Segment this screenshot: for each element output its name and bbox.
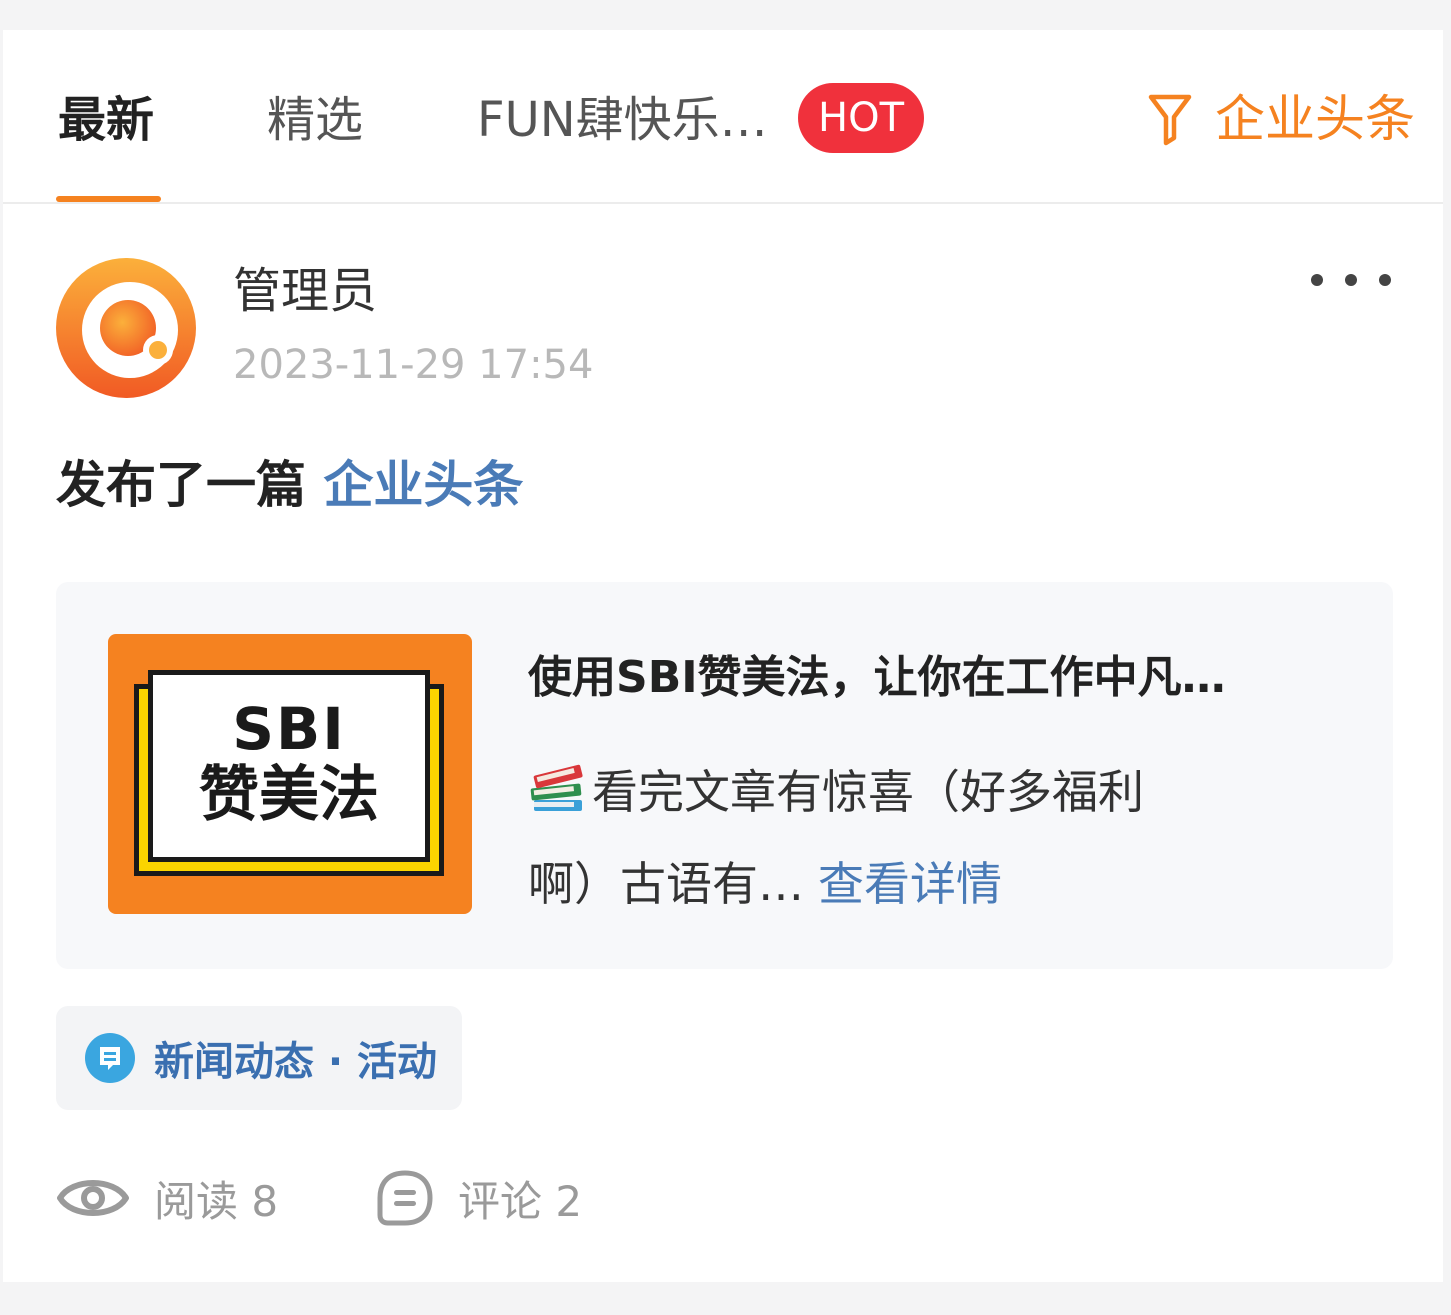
comment-icon	[377, 1170, 433, 1226]
hot-badge: HOT	[798, 83, 924, 153]
filter-icon	[1148, 94, 1192, 146]
read-count: 阅读 8	[56, 1168, 278, 1228]
article-summary-line2: 啊）古语有…	[528, 857, 804, 911]
eye-icon	[57, 1180, 129, 1216]
feed-card: 最新 精选 FUN肆快乐… HOT 企业头条 管理员 2023-11-29 17…	[3, 30, 1443, 1282]
category-tag[interactable]: 新闻动态 · 活动	[56, 1006, 462, 1110]
view-details-link[interactable]: 查看详情	[818, 857, 1002, 911]
books-emoji-icon	[530, 764, 583, 811]
article-title[interactable]: 使用SBI赞美法，让你在工作中凡…	[528, 648, 1348, 708]
publish-category-link[interactable]: 企业头条	[323, 456, 523, 514]
tab-bar: 最新 精选 FUN肆快乐… HOT 企业头条	[3, 30, 1443, 204]
more-dot-icon	[1379, 274, 1391, 286]
tab-featured[interactable]: 精选	[267, 88, 363, 152]
filter-label: 企业头条	[1215, 90, 1415, 148]
tab-latest[interactable]: 最新	[58, 88, 154, 152]
active-tab-indicator	[56, 196, 161, 202]
topic-icon	[85, 1033, 135, 1083]
tab-fun[interactable]: FUN肆快乐…	[477, 88, 768, 152]
thumbnail-title: SBI	[232, 695, 346, 763]
category-label: 新闻动态 · 活动	[154, 1039, 438, 1085]
article-thumbnail: SBI 赞美法	[108, 634, 472, 914]
post-time: 2023-11-29 17:54	[233, 342, 594, 388]
thumbnail-frame-front: SBI 赞美法	[148, 670, 430, 862]
article-preview[interactable]: SBI 赞美法 使用SBI赞美法，让你在工作中凡… 看完文章有惊喜（好多福利 啊…	[56, 582, 1393, 969]
article-summary: 看完文章有惊喜（好多福利 啊）古语有… 查看详情	[528, 746, 1248, 930]
comment-button[interactable]: 评论 2	[376, 1168, 582, 1228]
publish-prefix: 发布了一篇	[56, 456, 306, 514]
author-name[interactable]: 管理员	[233, 258, 377, 324]
read-count-label: 阅读 8	[154, 1176, 279, 1226]
publish-line: 发布了一篇 企业头条	[56, 452, 523, 518]
article-summary-line1: 看完文章有惊喜（好多福利	[592, 765, 1144, 819]
filter-button[interactable]: 企业头条	[1147, 86, 1415, 152]
comment-count-label: 评论 2	[458, 1176, 583, 1226]
more-dot-icon	[1345, 274, 1357, 286]
more-dot-icon	[1311, 274, 1323, 286]
avatar[interactable]	[56, 258, 196, 398]
more-options-button[interactable]	[1311, 266, 1391, 294]
thumbnail-subtitle: 赞美法	[199, 760, 379, 830]
